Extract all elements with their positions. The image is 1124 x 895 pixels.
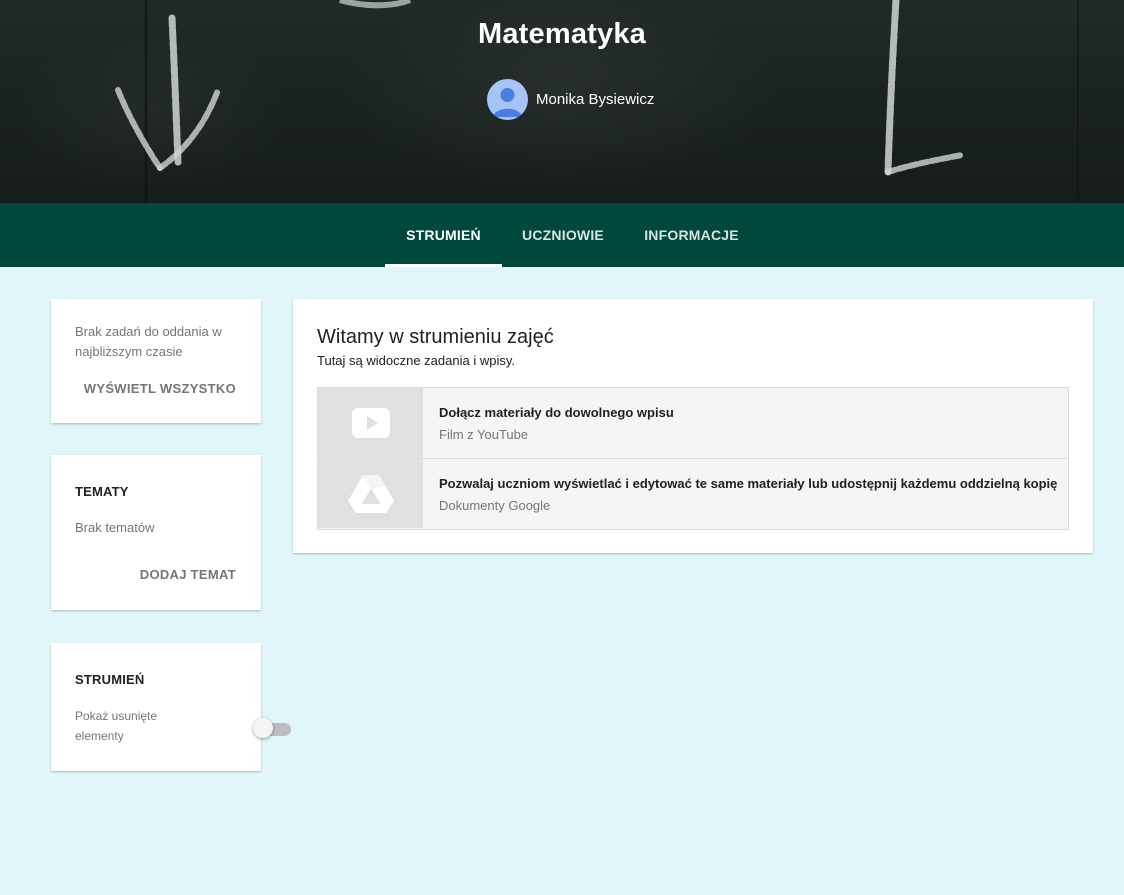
material-title: Dołącz materiały do dowolnego wpisu	[439, 405, 674, 420]
stream-settings-heading: STRUMIEŃ	[75, 672, 145, 687]
list-item: Pozwalaj uczniom wyświetlać i edytować t…	[318, 458, 1068, 528]
welcome-subtitle: Tutaj są widoczne zadania i wpisy.	[317, 353, 515, 368]
topics-empty-text: Brak tematów	[75, 520, 155, 535]
active-tab-indicator	[385, 264, 502, 267]
tab-students[interactable]: UCZNIOWIE	[502, 203, 624, 267]
add-topic-button[interactable]: DODAJ TEMAT	[140, 567, 236, 582]
upcoming-empty-text: Brak zadań do oddania w najbliższym czas…	[75, 324, 222, 359]
drive-tile	[318, 459, 423, 528]
tab-stream[interactable]: STRUMIEŃ	[385, 203, 502, 267]
view-all-button[interactable]: WYŚWIETL WSZYSTKO	[84, 381, 236, 396]
youtube-play-icon	[351, 408, 390, 438]
person-icon	[493, 88, 522, 117]
class-title: Matematyka	[477, 18, 647, 50]
show-deleted-toggle[interactable]	[253, 718, 291, 738]
materials-list: Dołącz materiały do dowolnego wpisu Film…	[317, 387, 1069, 530]
tab-about[interactable]: INFORMACJE	[624, 203, 759, 267]
teacher-avatar	[487, 79, 528, 120]
google-drive-icon	[347, 474, 394, 513]
tab-about-label: INFORMACJE	[644, 227, 739, 243]
material-desc: Dokumenty Google	[439, 498, 551, 513]
upcoming-card: Brak zadań do oddania w najbliższym czas…	[51, 299, 261, 423]
show-deleted-label: Pokaż usunięte elementy	[75, 709, 158, 743]
class-tab-bar: STRUMIEŃ UCZNIOWIE INFORMACJE	[0, 203, 1124, 267]
teacher-name: Monika Bysiewicz	[536, 91, 655, 108]
topics-heading: TEMATY	[75, 484, 129, 499]
toggle-thumb	[253, 718, 273, 738]
material-desc: Film z YouTube	[439, 427, 529, 442]
tab-students-label: UCZNIOWIE	[522, 227, 604, 243]
welcome-card: Witamy w strumieniu zajęć Tutaj są widoc…	[293, 299, 1093, 553]
teacher-info: Monika Bysiewicz	[487, 79, 654, 120]
list-item: Dołącz materiały do dowolnego wpisu Film…	[318, 388, 1068, 458]
class-banner: Matematyka Monika Bysiewicz	[0, 0, 1124, 203]
tab-stream-label: STRUMIEŃ	[406, 227, 481, 243]
topics-card: TEMATY Brak tematów DODAJ TEMAT	[51, 455, 261, 610]
stream-settings-card: STRUMIEŃ Pokaż usunięte elementy	[51, 643, 291, 771]
material-title: Pozwalaj uczniom wyświetlać i edytować t…	[439, 476, 1058, 491]
welcome-title: Witamy w strumieniu zajęć	[317, 326, 554, 348]
youtube-tile	[318, 388, 423, 458]
